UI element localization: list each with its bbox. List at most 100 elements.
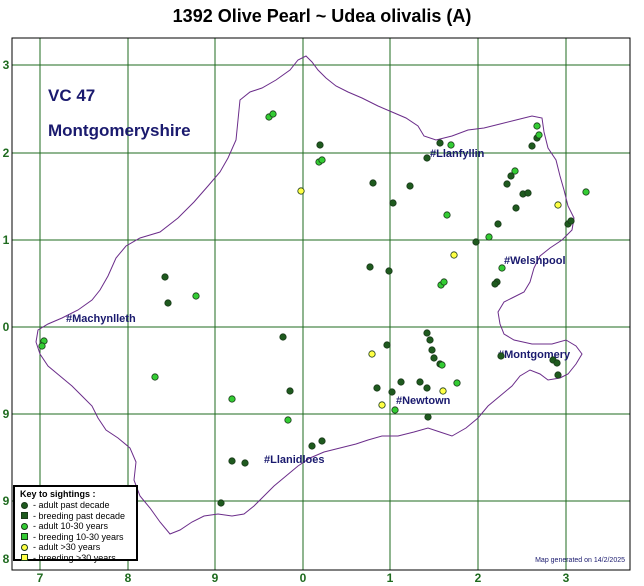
x-tick-label: 1: [387, 571, 394, 585]
legend-item-label: - breeding 10-30 years: [33, 531, 124, 542]
sighting-marker: [388, 388, 396, 396]
sighting-marker: [416, 378, 424, 386]
sighting-marker: [443, 211, 451, 219]
sighting-marker: [161, 273, 169, 281]
sighting-marker: [228, 457, 236, 465]
sighting-markers: [38, 110, 590, 507]
sighting-marker: [383, 341, 391, 349]
sighting-marker: [406, 182, 414, 190]
y-tick-label: 2: [3, 146, 10, 160]
x-tick-label: 8: [125, 571, 132, 585]
sighting-marker: [553, 359, 561, 367]
sighting-marker: [318, 156, 326, 164]
sighting-marker: [511, 167, 519, 175]
sighting-marker: [498, 264, 506, 272]
sighting-marker: [241, 459, 249, 467]
place-label-welshpool: #Welshpool: [504, 255, 566, 267]
sighting-marker: [297, 187, 305, 195]
dark-square-icon: [20, 511, 29, 520]
dark-circle-icon: [20, 501, 29, 510]
legend-item: - adult 10-30 years: [20, 521, 131, 532]
x-tick-label: 9: [212, 571, 219, 585]
sighting-marker: [535, 131, 543, 139]
sighting-marker: [423, 329, 431, 337]
yellow-circle-icon: [20, 543, 29, 552]
place-label-machynlleth: #Machynlleth: [66, 313, 136, 325]
sighting-marker: [308, 442, 316, 450]
legend-item: - adult past decade: [20, 500, 131, 511]
region-code: VC 47: [48, 86, 95, 105]
sighting-marker: [428, 346, 436, 354]
x-tick-label: 3: [563, 571, 570, 585]
sighting-marker: [385, 267, 393, 275]
y-tick-label: 8: [3, 552, 10, 566]
yellow-square-icon: [20, 553, 29, 562]
legend: Key to sightings : - adult past decade -…: [13, 485, 138, 563]
sighting-marker: [424, 413, 432, 421]
sighting-marker: [439, 387, 447, 395]
sighting-marker: [485, 233, 493, 241]
sighting-marker: [450, 251, 458, 259]
sighting-marker: [554, 371, 562, 379]
sighting-marker: [453, 379, 461, 387]
sighting-marker: [369, 179, 377, 187]
sighting-marker: [447, 141, 455, 149]
legend-item-label: - adult past decade: [33, 500, 110, 511]
legend-item-label: - breeding past decade: [33, 510, 126, 521]
sighting-marker: [368, 350, 376, 358]
sighting-marker: [38, 342, 46, 350]
place-label-llanfyllin: #Llanfyllin: [430, 148, 485, 160]
sighting-marker: [440, 278, 448, 286]
sighting-marker: [192, 292, 200, 300]
sighting-marker: [430, 354, 438, 362]
green-circle-icon: [20, 522, 29, 531]
sighting-marker: [316, 141, 324, 149]
sighting-marker: [491, 280, 499, 288]
x-tick-label: 7: [37, 571, 44, 585]
sighting-marker: [423, 154, 431, 162]
y-tick-label: 9: [3, 494, 10, 508]
sighting-marker: [533, 122, 541, 130]
y-tick-label: 3: [3, 58, 10, 72]
legend-item-label: - adult 10-30 years: [33, 521, 109, 532]
sighting-marker: [279, 333, 287, 341]
sighting-marker: [438, 361, 446, 369]
sighting-marker: [378, 401, 386, 409]
sighting-marker: [512, 204, 520, 212]
y-tick-label: 1: [3, 233, 10, 247]
green-square-icon: [20, 532, 29, 541]
legend-item-label: - breeding >30 years: [33, 552, 116, 563]
place-label-montgomery: #Montgomery: [498, 349, 571, 361]
sighting-marker: [528, 142, 536, 150]
sighting-marker: [494, 220, 502, 228]
legend-item: - breeding 10-30 years: [20, 532, 131, 543]
place-label-llanidloes: #Llanidloes: [264, 454, 325, 466]
sighting-marker: [426, 336, 434, 344]
legend-item: - breeding past decade: [20, 511, 131, 522]
sighting-marker: [423, 384, 431, 392]
generated-date-footer: Map generated on 14/2/2025: [535, 557, 625, 564]
x-tick-label: 2: [475, 571, 482, 585]
sighting-marker: [373, 384, 381, 392]
sighting-marker: [286, 387, 294, 395]
sighting-marker: [567, 217, 575, 225]
sighting-marker: [284, 416, 292, 424]
region-name: Montgomeryshire: [48, 121, 191, 140]
sighting-marker: [366, 263, 374, 271]
legend-heading: Key to sightings :: [20, 489, 96, 499]
legend-item-label: - adult >30 years: [33, 542, 101, 553]
y-tick-label: 0: [3, 320, 10, 334]
y-tick-label: 9: [3, 407, 10, 421]
sighting-marker: [269, 110, 277, 118]
sighting-marker: [582, 188, 590, 196]
sighting-marker: [472, 238, 480, 246]
sighting-marker: [164, 299, 172, 307]
sighting-marker: [151, 373, 159, 381]
x-tick-label: 0: [300, 571, 307, 585]
sighting-marker: [217, 499, 225, 507]
sighting-marker: [397, 378, 405, 386]
legend-item: - adult >30 years: [20, 542, 131, 553]
sighting-marker: [389, 199, 397, 207]
sighting-marker: [554, 201, 562, 209]
place-label-newtown: #Newtown: [396, 395, 451, 407]
